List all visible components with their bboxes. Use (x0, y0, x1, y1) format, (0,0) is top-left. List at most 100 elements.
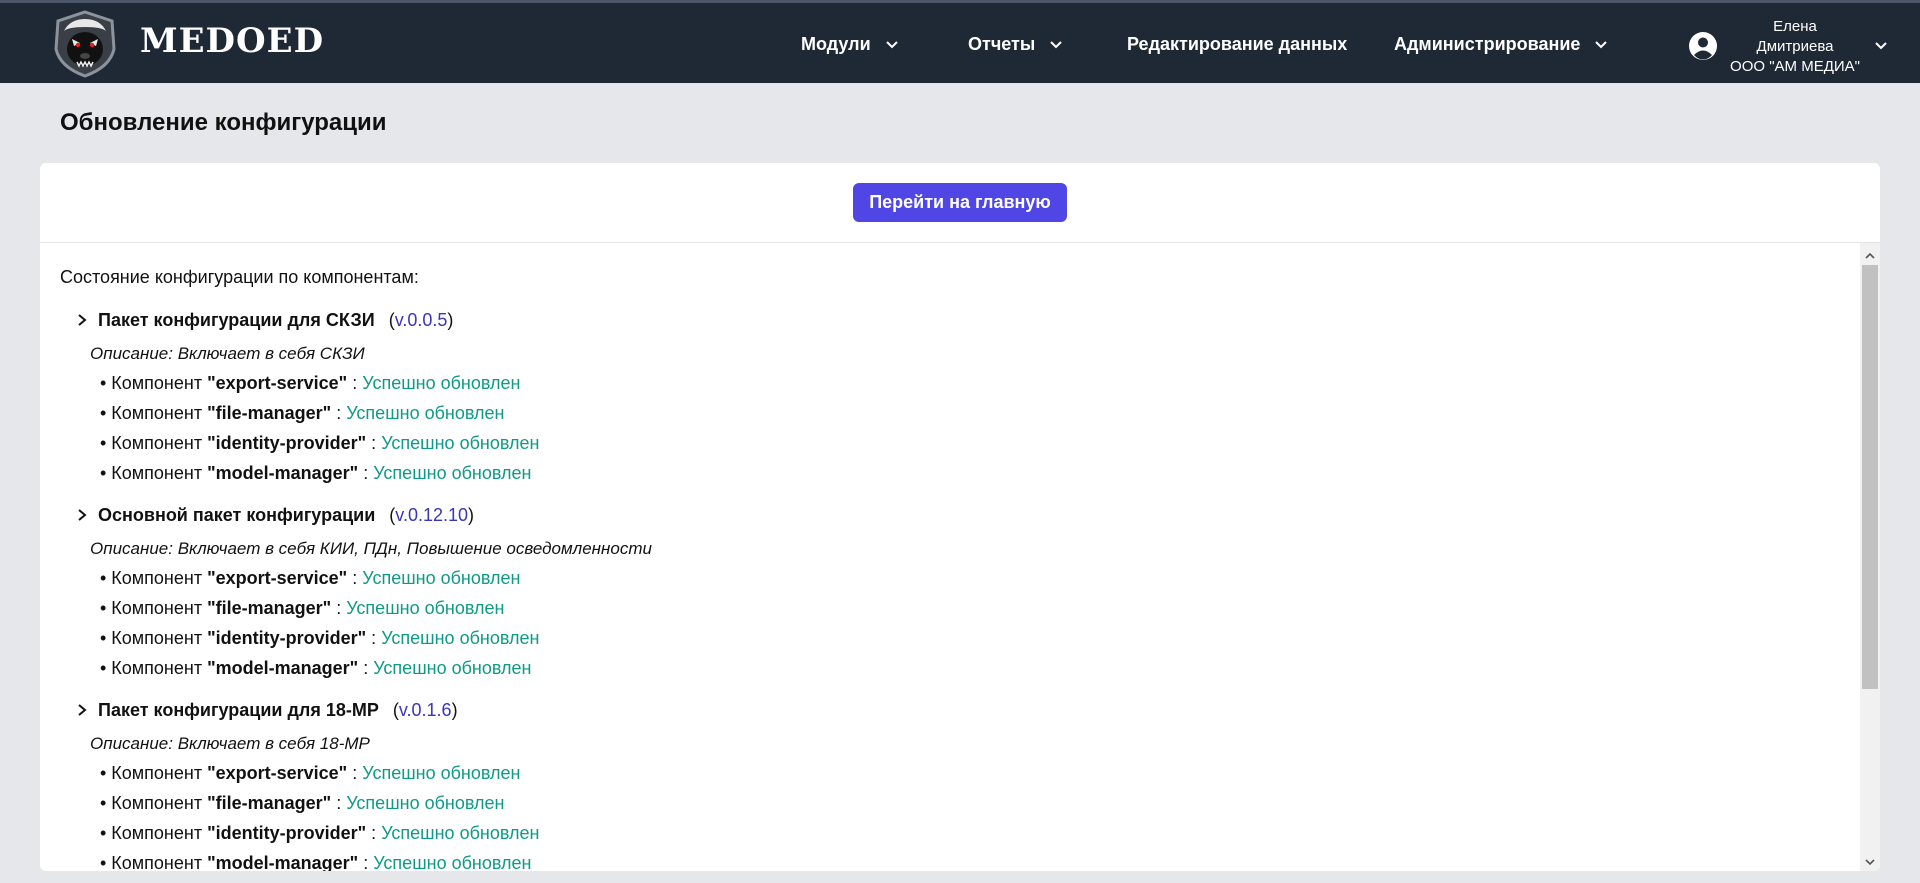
package-version: v.0.0.5 (394, 309, 448, 330)
component-status: Успешно обновлен (362, 568, 521, 588)
component-prefix: • Компонент (100, 373, 208, 393)
component-status: Успешно обновлен (346, 598, 505, 618)
component-name: "identity-provider" (207, 628, 367, 648)
user-last-name: Дмитриева (1756, 38, 1834, 55)
component-item: • Компонент "file-manager" : Успешно обн… (100, 788, 1776, 818)
user-avatar-icon[interactable] (1688, 31, 1718, 61)
package-description: Описание: Включает в себя 18-МР (90, 730, 1776, 758)
config-status-panel[interactable]: Состояние конфигурации по компонентам: П… (40, 243, 1860, 871)
package-version-wrap: (v.0.1.6) (392, 699, 458, 720)
package-description: Описание: Включает в себя СКЗИ (90, 340, 1776, 368)
component-item: • Компонент "identity-provider" : Успешн… (100, 428, 1776, 458)
component-item: • Компонент "file-manager" : Успешно обн… (100, 398, 1776, 428)
component-separator: : (331, 403, 347, 423)
package-skzi: Пакет конфигурации для СКЗИ (v.0.0.5) Оп… (76, 306, 1776, 488)
component-item: • Компонент "model-manager" : Успешно об… (100, 653, 1776, 683)
chevron-right-icon[interactable] (76, 313, 88, 327)
description-text: Включает в себя КИИ, ПДн, Повышение осве… (177, 539, 652, 558)
component-prefix: • Компонент (100, 463, 208, 483)
chevron-down-icon (885, 40, 898, 48)
package-name: Основной пакет конфигурации (98, 504, 376, 525)
nav-data-editing[interactable]: Редактирование данных (1127, 3, 1347, 86)
nav-administration-label: Администрирование (1394, 34, 1581, 54)
nav-reports-label: Отчеты (968, 34, 1036, 54)
package-title: Основной пакет конфигурации (v.0.12.10) (76, 501, 1776, 529)
page-title: Обновление конфигурации (60, 109, 387, 136)
component-separator: : (358, 463, 374, 483)
nav-modules-label: Модули (801, 34, 871, 54)
description-prefix: Описание: (90, 539, 178, 558)
component-separator: : (366, 433, 382, 453)
component-name: "export-service" (207, 568, 348, 588)
nav-data-editing-label: Редактирование данных (1127, 34, 1348, 54)
component-item: • Компонент "identity-provider" : Успешн… (100, 623, 1776, 653)
component-name: "export-service" (207, 763, 348, 783)
component-status: Успешно обновлен (381, 433, 540, 453)
package-18mr: Пакет конфигурации для 18-МР (v.0.1.6) О… (76, 696, 1776, 871)
package-description: Описание: Включает в себя КИИ, ПДн, Повы… (90, 535, 1776, 563)
component-prefix: • Компонент (100, 598, 208, 618)
vertical-scrollbar[interactable] (1860, 243, 1880, 871)
component-item: • Компонент "file-manager" : Успешно обн… (100, 593, 1776, 623)
component-separator: : (366, 823, 382, 843)
component-name: "identity-provider" (207, 823, 367, 843)
component-status: Успешно обновлен (373, 463, 532, 483)
component-item: • Компонент "export-service" : Успешно о… (100, 758, 1776, 788)
component-prefix: • Компонент (100, 568, 208, 588)
package-main: Основной пакет конфигурации (v.0.12.10) … (76, 501, 1776, 683)
package-version: v.0.12.10 (395, 504, 469, 525)
component-item: • Компонент "export-service" : Успешно о… (100, 563, 1776, 593)
package-title: Пакет конфигурации для СКЗИ (v.0.0.5) (76, 306, 1776, 334)
description-text: Включает в себя 18-МР (177, 734, 370, 753)
package-version-wrap: (v.0.12.10) (389, 504, 475, 525)
config-update-card: Перейти на главную Состояние конфигураци… (40, 163, 1880, 871)
package-version-wrap: (v.0.0.5) (388, 309, 454, 330)
chevron-down-icon (1595, 40, 1608, 48)
scrollbar-thumb[interactable] (1862, 265, 1878, 689)
component-separator: : (347, 373, 363, 393)
go-home-button[interactable]: Перейти на главную (853, 183, 1067, 222)
component-prefix: • Компонент (100, 793, 208, 813)
description-prefix: Описание: (90, 344, 178, 363)
component-status: Успешно обновлен (346, 403, 505, 423)
state-heading: Состояние конфигурации по компонентам: (60, 267, 419, 287)
component-separator: : (331, 793, 347, 813)
component-prefix: • Компонент (100, 403, 208, 423)
component-separator: : (331, 598, 347, 618)
package-version: v.0.1.6 (398, 699, 452, 720)
component-name: "file-manager" (207, 403, 332, 423)
scroll-down-arrow-icon[interactable] (1863, 855, 1877, 869)
package-name: Пакет конфигурации для 18-МР (98, 699, 379, 720)
chevron-down-icon[interactable] (1874, 39, 1888, 53)
component-name: "file-manager" (207, 598, 332, 618)
chevron-right-icon[interactable] (76, 508, 88, 522)
user-organization: ООО "АМ МЕДИА" (1730, 58, 1860, 75)
nav-reports[interactable]: Отчеты (968, 3, 1063, 86)
component-name: "model-manager" (207, 658, 359, 678)
component-separator: : (366, 628, 382, 648)
component-name: "model-manager" (207, 853, 359, 871)
component-separator: : (358, 658, 374, 678)
honey-badger-logo-icon[interactable] (50, 9, 120, 79)
component-status: Успешно обновлен (362, 763, 521, 783)
component-prefix: • Компонент (100, 763, 208, 783)
component-prefix: • Компонент (100, 628, 208, 648)
component-item: • Компонент "model-manager" : Успешно об… (100, 848, 1776, 871)
description-text: Включает в себя СКЗИ (177, 344, 365, 363)
user-first-name: Елена (1773, 18, 1817, 35)
user-menu[interactable]: Елена Дмитриева ООО "АМ МЕДИА" (1720, 17, 1870, 77)
description-prefix: Описание: (90, 734, 178, 753)
component-prefix: • Компонент (100, 433, 208, 453)
scroll-up-arrow-icon[interactable] (1863, 249, 1877, 263)
component-item: • Компонент "export-service" : Успешно о… (100, 368, 1776, 398)
component-status: Успешно обновлен (381, 823, 540, 843)
component-separator: : (347, 568, 363, 588)
chevron-right-icon[interactable] (76, 703, 88, 717)
component-status: Успешно обновлен (381, 628, 540, 648)
nav-administration[interactable]: Администрирование (1394, 3, 1608, 86)
component-status: Успешно обновлен (373, 853, 532, 871)
component-item: • Компонент "identity-provider" : Успешн… (100, 818, 1776, 848)
brand-name[interactable]: MEDOED (140, 21, 324, 61)
package-title: Пакет конфигурации для 18-МР (v.0.1.6) (76, 696, 1776, 724)
nav-modules[interactable]: Модули (801, 3, 899, 86)
